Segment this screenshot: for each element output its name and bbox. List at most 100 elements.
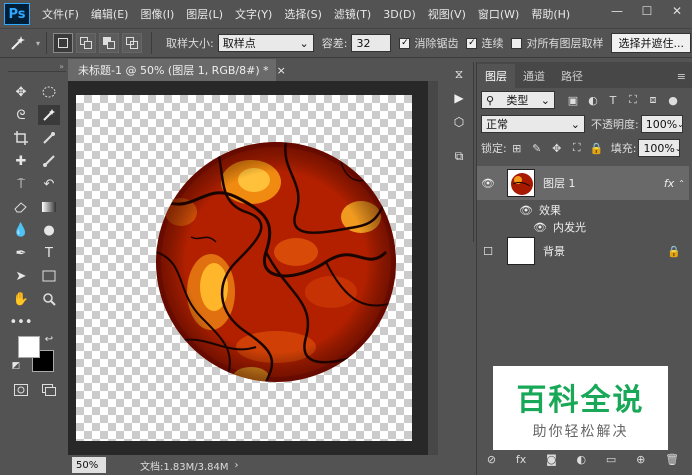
foreground-color-swatch[interactable]: [18, 336, 40, 358]
zoom-level-field[interactable]: 50%: [72, 457, 106, 473]
lock-position-icon[interactable]: ✥: [547, 139, 567, 157]
blend-mode-dropdown[interactable]: 正常 ⌄: [481, 115, 585, 133]
rectangle-tool-icon[interactable]: [38, 266, 60, 286]
filter-smart-object-icon[interactable]: ⧈: [643, 91, 663, 109]
fill-field[interactable]: 100% ⌄: [638, 139, 682, 157]
menu-select[interactable]: 选择(S): [278, 6, 328, 22]
effects-eye-icon[interactable]: 👁: [519, 204, 533, 217]
layer-style-fx-icon[interactable]: fx: [516, 453, 526, 466]
menu-help[interactable]: 帮助(H): [525, 6, 576, 22]
filter-adjustment-icon[interactable]: ◐: [583, 91, 603, 109]
layer-row-background[interactable]: ☐ 背景 🔒: [477, 234, 689, 268]
intersect-selection-button[interactable]: [122, 33, 143, 53]
menu-view[interactable]: 视图(V): [422, 6, 472, 22]
screen-mode-icon[interactable]: [38, 380, 60, 400]
sample-size-dropdown[interactable]: 取样点 ⌄: [217, 34, 314, 52]
brush-tool-icon[interactable]: [38, 151, 60, 171]
opacity-field[interactable]: 100% ⌄: [640, 115, 684, 133]
quick-mask-icon[interactable]: [10, 380, 32, 400]
visibility-eye-icon[interactable]: 👁: [477, 177, 499, 190]
zoom-tool-icon[interactable]: [38, 289, 60, 309]
subtract-selection-button[interactable]: [99, 33, 120, 53]
3d-panel-icon[interactable]: ⬡: [444, 110, 474, 134]
eyedropper-tool-icon[interactable]: [38, 128, 60, 148]
close-button[interactable]: ✕: [662, 0, 692, 22]
tab-paths[interactable]: 路径: [553, 64, 591, 88]
gradient-tool-icon[interactable]: [38, 197, 60, 217]
toolbox-collapse[interactable]: »: [8, 62, 66, 72]
move-tool-icon[interactable]: ✥: [10, 82, 32, 102]
menu-type[interactable]: 文字(Y): [229, 6, 278, 22]
lock-transparent-icon[interactable]: ⊞: [507, 139, 527, 157]
swap-colors-icon[interactable]: ↩: [42, 332, 56, 346]
canvas-area[interactable]: [68, 81, 428, 455]
menu-file[interactable]: 文件(F): [36, 6, 85, 22]
history-brush-tool-icon[interactable]: ↶: [38, 174, 60, 194]
marquee-ellipse-tool-icon[interactable]: [38, 82, 60, 102]
filter-pixel-icon[interactable]: ▣: [563, 91, 583, 109]
layer-fx-badge[interactable]: fx: [664, 177, 674, 190]
status-menu-icon[interactable]: ›: [235, 460, 239, 471]
layer-row-layer1[interactable]: 👁 图层 1 fx ⌃: [477, 166, 689, 200]
add-selection-button[interactable]: [76, 33, 97, 53]
menu-edit[interactable]: 编辑(E): [85, 6, 135, 22]
menu-3d[interactable]: 3D(D): [377, 8, 422, 21]
filter-type-icon[interactable]: T: [603, 91, 623, 109]
add-mask-icon[interactable]: ◙: [546, 453, 557, 466]
lock-image-icon[interactable]: ✎: [527, 139, 547, 157]
clone-stamp-tool-icon[interactable]: ⍑: [10, 174, 32, 194]
magic-wand-icon[interactable]: [0, 31, 36, 55]
filter-toggle-icon[interactable]: ●: [663, 91, 683, 109]
eraser-tool-icon[interactable]: [10, 197, 32, 217]
antialias-checkbox[interactable]: ✓: [399, 37, 411, 49]
visibility-toggle-empty[interactable]: ☐: [477, 245, 499, 258]
layer-effects-row[interactable]: 👁 效果: [477, 202, 689, 218]
dodge-tool-icon[interactable]: ●: [38, 220, 60, 240]
tab-layers[interactable]: 图层: [477, 64, 515, 88]
pen-tool-icon[interactable]: ✒: [10, 243, 32, 263]
properties-panel-icon[interactable]: ⧉: [444, 144, 474, 168]
new-selection-button[interactable]: [53, 33, 74, 53]
menu-image[interactable]: 图像(I): [134, 6, 180, 22]
new-layer-icon[interactable]: ⊕: [636, 453, 645, 466]
path-selection-tool-icon[interactable]: ➤: [10, 266, 32, 286]
tolerance-input[interactable]: 32: [351, 34, 392, 52]
magic-wand-tool-icon[interactable]: [38, 105, 60, 125]
lasso-tool-icon[interactable]: ᘓ: [10, 105, 32, 125]
healing-brush-tool-icon[interactable]: ✚: [10, 151, 32, 171]
lock-artboard-icon[interactable]: ⛶: [567, 139, 587, 157]
hand-tool-icon[interactable]: ✋: [10, 289, 32, 309]
link-layers-icon[interactable]: ⊘: [487, 453, 496, 466]
menu-layer[interactable]: 图层(L): [180, 6, 229, 22]
layer-filter-dropdown[interactable]: ⚲ 类型 ⌄: [481, 91, 555, 109]
filter-shape-icon[interactable]: ⛶: [623, 91, 643, 109]
chevron-down-icon[interactable]: ▾: [36, 39, 40, 48]
new-adjustment-icon[interactable]: ◐: [577, 453, 587, 466]
delete-layer-icon[interactable]: 🗑: [665, 453, 679, 466]
document-tab[interactable]: 未标题-1 @ 50% (图层 1, RGB/8#) * ×: [68, 59, 286, 81]
tab-channels[interactable]: 通道: [515, 64, 553, 88]
minimize-button[interactable]: —: [602, 0, 632, 22]
maximize-button[interactable]: ☐: [632, 0, 662, 22]
inner-glow-effect-row[interactable]: 👁 内发光: [477, 219, 689, 235]
vertical-scrollbar[interactable]: [428, 81, 438, 455]
actions-play-icon[interactable]: ▶: [444, 86, 474, 110]
new-group-icon[interactable]: ▭: [606, 453, 616, 466]
document-canvas[interactable]: [76, 95, 412, 441]
menu-filter[interactable]: 滤镜(T): [328, 6, 377, 22]
chevron-down-icon[interactable]: ⌃: [678, 179, 685, 188]
type-tool-icon[interactable]: T: [38, 243, 60, 263]
history-panel-icon[interactable]: ⧖: [444, 62, 474, 86]
blur-tool-icon[interactable]: 💧: [10, 220, 32, 240]
panel-menu-icon[interactable]: ≡: [677, 70, 686, 88]
crop-tool-icon[interactable]: [10, 128, 32, 148]
menu-window[interactable]: 窗口(W): [472, 6, 525, 22]
sample-all-layers-checkbox[interactable]: [511, 37, 523, 49]
lock-all-icon[interactable]: 🔒: [587, 139, 607, 157]
default-colors-icon[interactable]: ◩: [10, 360, 22, 372]
select-and-mask-button[interactable]: 选择并遮住...: [611, 33, 691, 53]
close-tab-icon[interactable]: ×: [277, 64, 286, 77]
contiguous-checkbox[interactable]: ✓: [466, 37, 478, 49]
inner-glow-eye-icon[interactable]: 👁: [533, 221, 547, 234]
more-tools-icon[interactable]: •••: [10, 312, 33, 332]
